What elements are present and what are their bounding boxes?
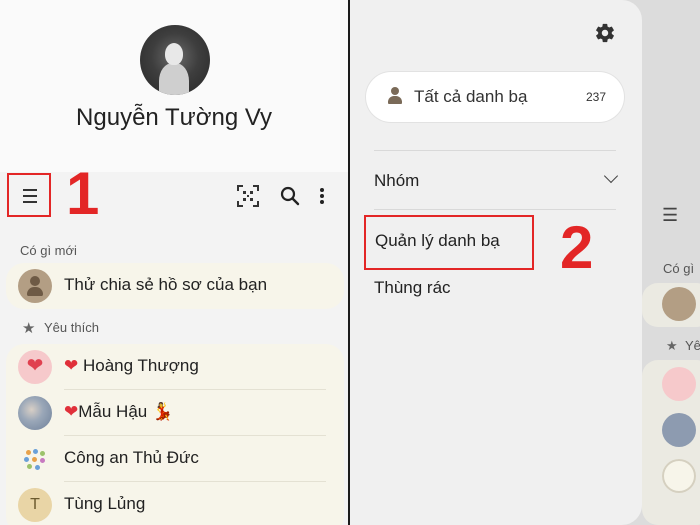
heart-avatar-icon xyxy=(662,367,696,401)
profile-name[interactable]: Nguyễn Tường Vy xyxy=(0,104,348,132)
all-contacts-label: Tất cả danh bạ xyxy=(414,87,528,106)
trash-item[interactable]: Thùng rác xyxy=(374,278,524,300)
section-header-favorites: Yêu thích xyxy=(44,320,99,335)
groups-item[interactable]: Nhóm xyxy=(374,165,619,197)
heart-emoji: ❤ xyxy=(64,356,79,375)
dancer-emoji: 💃 xyxy=(151,402,174,421)
manage-contacts-item[interactable]: Quản lý danh bạ xyxy=(364,215,534,270)
whats-new-card: Thử chia sẻ hồ sơ của bạn xyxy=(6,263,344,309)
step-number-2: 2 xyxy=(560,214,594,281)
section-header-favorites: Yê xyxy=(685,338,700,353)
step-number-1: 1 xyxy=(66,160,100,227)
navigation-drawer: Tất cả danh bạ 237 Nhóm Quản lý danh bạ … xyxy=(350,0,642,525)
contact-name: Công an Thủ Đức xyxy=(64,448,199,467)
contacts-toolbar: 1 xyxy=(0,164,348,224)
contact-row[interactable]: Công an Thủ Đức xyxy=(6,436,344,482)
letter-avatar: T xyxy=(18,488,52,522)
gear-icon[interactable] xyxy=(594,22,616,44)
hamburger-icon: ☰ xyxy=(662,205,679,225)
chevron-down-icon xyxy=(603,168,619,184)
qr-code-icon[interactable] xyxy=(236,184,260,208)
star-icon: ★ xyxy=(22,320,36,337)
share-profile-row[interactable]: Thử chia sẻ hồ sơ của bạn xyxy=(6,263,344,309)
profile-avatar[interactable] xyxy=(140,25,210,95)
person-icon xyxy=(388,87,402,105)
heart-emoji: ❤ xyxy=(64,402,79,421)
heart-avatar-icon: ❤ xyxy=(18,350,52,384)
contact-photo-avatar xyxy=(18,396,52,430)
search-icon[interactable] xyxy=(278,184,302,208)
trash-label: Thùng rác xyxy=(374,278,451,297)
star-icon: ★ xyxy=(666,338,678,353)
contact-name: Mẫu Hậu xyxy=(78,402,148,421)
divider xyxy=(374,209,616,210)
section-header-whats-new: Có gì mới xyxy=(20,243,77,258)
divider xyxy=(374,150,616,151)
dots-avatar-icon xyxy=(662,459,696,493)
contact-row[interactable]: ❤ ❤ Hoàng Thượng xyxy=(6,344,344,390)
contact-name: Tùng Lủng xyxy=(64,494,146,513)
all-contacts-count: 237 xyxy=(585,90,606,104)
person-avatar-icon xyxy=(18,269,52,303)
contact-row[interactable]: T Tùng Lủng xyxy=(6,482,344,525)
contacts-screen: Nguyễn Tường Vy 1 Có gì mới Thử chia sẻ … xyxy=(0,0,348,525)
section-header-whats-new: Có gì xyxy=(663,261,695,276)
all-contacts-item[interactable]: Tất cả danh bạ 237 xyxy=(366,72,624,122)
manage-contacts-label: Quản lý danh bạ xyxy=(375,231,500,250)
menu-button[interactable] xyxy=(7,173,51,217)
favorites-card: ❤ ❤ Hoàng Thượng ❤Mẫu Hậu 💃 Công an Thủ … xyxy=(6,344,344,525)
dots-avatar-icon xyxy=(18,442,52,476)
person-avatar-icon xyxy=(662,287,696,321)
contact-photo-avatar xyxy=(662,413,696,447)
contact-name: Hoàng Thượng xyxy=(82,356,199,375)
share-profile-label: Thử chia sẻ hồ sơ của bạn xyxy=(64,275,268,294)
more-vert-icon[interactable] xyxy=(312,184,332,208)
contact-row[interactable]: ❤Mẫu Hậu 💃 xyxy=(6,390,344,436)
groups-label: Nhóm xyxy=(374,171,420,190)
profile-header: Nguyễn Tường Vy xyxy=(0,0,348,172)
